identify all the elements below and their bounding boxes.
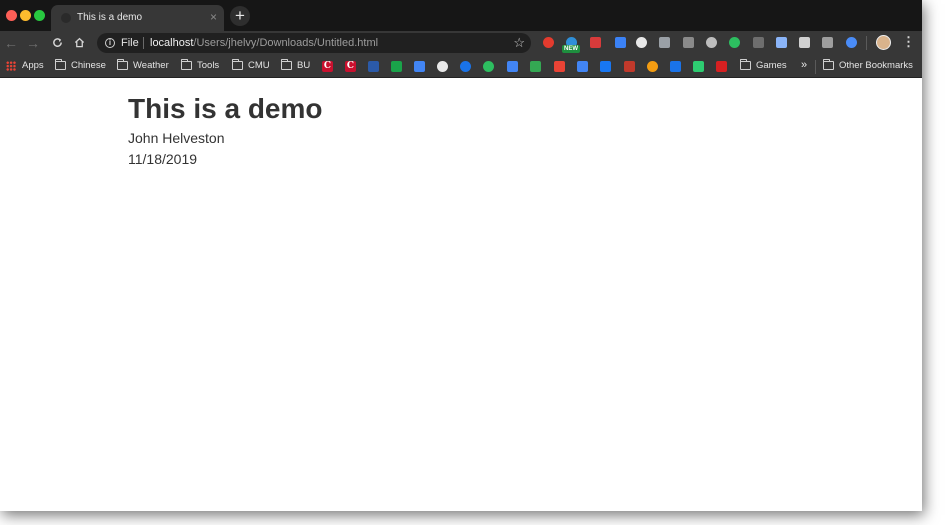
page-title: This is a demo <box>128 93 323 124</box>
new-tab-button[interactable]: + <box>230 6 250 26</box>
profile-avatar[interactable] <box>876 35 891 50</box>
reload-icon <box>52 38 62 47</box>
bookmark-folder-chinese[interactable]: Chinese <box>55 59 106 72</box>
evernote-extension-icon[interactable] <box>729 37 740 48</box>
new-badge: NEW <box>562 45 580 53</box>
docs-bookmark-icon[interactable] <box>507 61 518 72</box>
bookmark-folder-bu[interactable]: BU <box>281 59 311 72</box>
tab-close-icon[interactable]: × <box>210 10 217 24</box>
back-button[interactable]: ← <box>3 34 19 52</box>
browser-menu-icon[interactable]: ⋮ <box>902 34 915 50</box>
forward-button[interactable]: → <box>25 34 41 52</box>
bookmark-folder-label: CMU <box>248 60 270 71</box>
diamond-extension-icon[interactable] <box>776 37 787 48</box>
tab-strip: This is a demo × + <box>0 0 922 31</box>
doc-green-bookmark-icon[interactable] <box>391 61 402 72</box>
chat-blue-bookmark-icon[interactable] <box>460 61 471 72</box>
key-extension-icon[interactable] <box>659 37 670 48</box>
tab-title: This is a demo <box>77 12 143 23</box>
bug-extension-icon[interactable] <box>590 37 601 48</box>
bookmark-folder-label: Other Bookmarks <box>839 60 913 71</box>
bookmark-folder-label: BU <box>297 60 311 71</box>
folder-icon <box>740 59 751 70</box>
page-content: This is a demo John Helveston 11/18/2019 <box>0 79 922 511</box>
evernote-bookmark-icon[interactable] <box>483 61 494 72</box>
zoom-extension-icon[interactable] <box>846 37 857 48</box>
expand-bookmark-icon[interactable] <box>670 61 681 72</box>
url-host: localhost <box>150 37 194 49</box>
navigation-toolbar: ← → i File localhost/Users/jhelvy/Downlo… <box>0 31 922 55</box>
reload-button[interactable] <box>49 34 65 52</box>
play-orange-bookmark-icon[interactable] <box>647 61 658 72</box>
g-extension-icon[interactable] <box>753 37 764 48</box>
url-path: /Users/jhelvy/Downloads/Untitled.html <box>193 37 379 49</box>
opera-extension-icon[interactable] <box>543 37 554 48</box>
bookmark-apps-label: Apps <box>22 60 44 71</box>
apps-grid-icon <box>6 61 16 71</box>
folder-icon <box>117 59 128 70</box>
close-window-button[interactable] <box>6 10 17 21</box>
address-divider <box>143 37 144 49</box>
folder-icon <box>55 59 66 70</box>
pen-extension-icon[interactable] <box>615 37 626 48</box>
minimize-window-button[interactable] <box>20 10 31 21</box>
address-bar[interactable]: i File localhost/Users/jhelvy/Downloads/… <box>97 33 531 53</box>
url-text[interactable]: localhost/Users/jhelvy/Downloads/Untitle… <box>150 37 378 49</box>
page-extension-icon[interactable] <box>799 37 810 48</box>
a-extension-icon[interactable] <box>683 37 694 48</box>
globe-bookmark-icon[interactable] <box>437 61 448 72</box>
chat-extension-icon[interactable] <box>636 37 647 48</box>
folder-icon <box>181 59 192 70</box>
bookmark-apps[interactable]: Apps <box>6 60 44 72</box>
bookmark-folder-label: Games <box>756 60 787 71</box>
maps-bookmark-icon[interactable] <box>530 61 541 72</box>
window-extension-icon[interactable] <box>822 37 833 48</box>
browser-window: This is a demo × + ← → i File localhost/… <box>0 0 922 511</box>
w-green-bookmark-icon[interactable] <box>693 61 704 72</box>
c-red2-bookmark-icon[interactable]: C <box>345 61 356 72</box>
translate-bookmark-icon[interactable] <box>414 61 425 72</box>
tab-active[interactable]: This is a demo × <box>51 5 224 31</box>
bookmark-folder-other[interactable]: Other Bookmarks <box>823 59 913 72</box>
facebook-bookmark-icon[interactable] <box>600 61 611 72</box>
bookmark-folder-weather[interactable]: Weather <box>117 59 169 72</box>
bookmark-folder-label: Weather <box>133 60 169 71</box>
folder-icon <box>823 59 834 70</box>
bird-bookmark-icon[interactable] <box>624 61 635 72</box>
bookmarks-divider <box>815 60 816 74</box>
folder-icon <box>232 59 243 70</box>
bookmarks-overflow-button[interactable]: » <box>801 59 807 71</box>
bookmark-star-icon[interactable]: ☆ <box>513 35 525 51</box>
bookmark-folder-tools[interactable]: Tools <box>181 59 220 72</box>
library-bookmark-icon[interactable] <box>368 61 379 72</box>
home-button[interactable] <box>71 34 87 52</box>
bookmark-folder-label: Tools <box>197 60 220 71</box>
toolbar-divider <box>866 36 867 50</box>
npr-bookmark-icon[interactable] <box>716 61 727 72</box>
maximize-window-button[interactable] <box>34 10 45 21</box>
file-scheme-label: File <box>121 37 139 49</box>
bookmark-folder-games[interactable]: Games <box>740 59 787 72</box>
bookmarks-bar: Apps Chinese Weather Tools CMU BU C C Gam… <box>0 55 922 78</box>
author-name: John Helveston <box>128 130 225 146</box>
info-icon[interactable]: i <box>105 38 115 48</box>
folder-icon <box>281 59 292 70</box>
calendar-bookmark-icon[interactable] <box>577 61 588 72</box>
page-favicon-icon <box>61 13 71 23</box>
bookmark-folder-cmu[interactable]: CMU <box>232 59 270 72</box>
gmail-bookmark-icon[interactable] <box>554 61 565 72</box>
home-icon <box>74 37 84 48</box>
c-red-bookmark-icon[interactable]: C <box>322 61 333 72</box>
circle-extension-icon[interactable] <box>706 37 717 48</box>
document-date: 11/18/2019 <box>128 151 198 167</box>
bookmark-folder-label: Chinese <box>71 60 106 71</box>
